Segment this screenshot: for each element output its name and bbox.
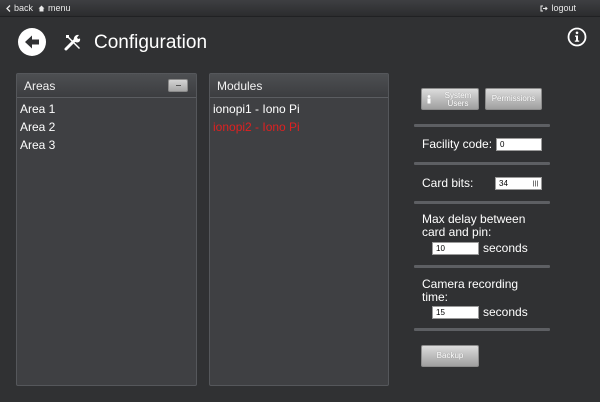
system-users-button[interactable]: System Users bbox=[421, 88, 479, 110]
camera-time-unit: seconds bbox=[483, 305, 528, 319]
tools-icon bbox=[63, 32, 83, 57]
list-item[interactable]: ionopi2 - Iono Pi bbox=[210, 118, 388, 136]
top-bar: back menu logout bbox=[0, 0, 600, 17]
divider bbox=[414, 124, 550, 127]
minus-icon bbox=[176, 85, 181, 86]
remove-area-button[interactable] bbox=[168, 79, 188, 92]
divider bbox=[414, 162, 550, 165]
list-item[interactable]: Area 2 bbox=[17, 118, 196, 136]
list-item[interactable]: Area 3 bbox=[17, 136, 196, 154]
logout-link[interactable]: logout bbox=[540, 3, 576, 13]
card-bits-value: 34 bbox=[499, 179, 508, 188]
areas-title: Areas bbox=[24, 79, 56, 93]
divider bbox=[414, 265, 550, 268]
modules-list: ionopi1 - Iono Pi ionopi2 - Iono Pi bbox=[210, 98, 388, 136]
permissions-button[interactable]: Permissions bbox=[485, 88, 542, 110]
modules-title: Modules bbox=[217, 79, 263, 93]
areas-panel: Areas Area 1 Area 2 Area 3 bbox=[16, 73, 197, 386]
chevron-left-icon bbox=[6, 4, 11, 12]
menu-link[interactable]: menu bbox=[38, 3, 71, 13]
logout-link-label: logout bbox=[551, 3, 576, 13]
card-bits-stepper[interactable]: 34 bbox=[495, 177, 542, 190]
home-icon bbox=[38, 5, 45, 11]
menu-link-label: menu bbox=[48, 3, 71, 13]
list-item[interactable]: Area 1 bbox=[17, 100, 196, 118]
backup-button[interactable]: Backup bbox=[421, 345, 479, 367]
max-delay-label: Max delay between card and pin: bbox=[422, 212, 526, 239]
camera-time-input[interactable]: 15 bbox=[432, 306, 479, 319]
back-button[interactable] bbox=[18, 28, 46, 56]
camera-time-label: Camera recording time: bbox=[422, 277, 519, 304]
system-users-label: System Users bbox=[444, 91, 472, 108]
areas-header: Areas bbox=[17, 74, 196, 98]
max-delay-input[interactable]: 10 bbox=[432, 242, 479, 255]
user-icon bbox=[427, 95, 431, 104]
max-delay-unit: seconds bbox=[483, 241, 528, 255]
back-link-label: back bbox=[14, 3, 34, 13]
modules-header: Modules bbox=[210, 74, 388, 98]
divider bbox=[414, 201, 550, 204]
facility-code-input[interactable]: 0 bbox=[496, 138, 542, 151]
page-title: Configuration bbox=[94, 32, 208, 53]
modules-panel: Modules ionopi1 - Iono Pi ionopi2 - Iono… bbox=[209, 73, 389, 386]
logout-icon bbox=[540, 5, 549, 11]
spinner-icon[interactable] bbox=[533, 180, 539, 187]
arrow-left-icon bbox=[25, 35, 39, 49]
areas-list: Area 1 Area 2 Area 3 bbox=[17, 98, 196, 154]
divider bbox=[414, 328, 550, 331]
back-link[interactable]: back bbox=[6, 3, 33, 13]
info-icon[interactable] bbox=[567, 27, 587, 52]
card-bits-label: Card bits: bbox=[422, 176, 474, 190]
facility-code-label: Facility code: bbox=[422, 137, 493, 151]
list-item[interactable]: ionopi1 - Iono Pi bbox=[210, 100, 388, 118]
